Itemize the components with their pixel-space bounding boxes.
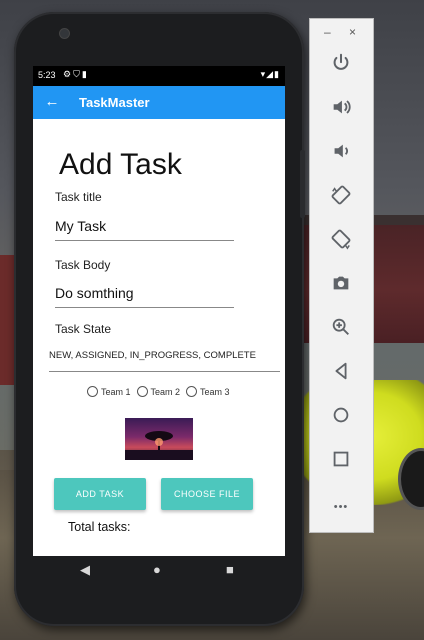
nav-back-icon[interactable]: ◀ xyxy=(80,562,90,578)
overview-icon[interactable] xyxy=(326,448,356,478)
task-state-label: Task State xyxy=(55,322,112,336)
add-task-button[interactable]: ADD TASK xyxy=(54,478,146,510)
team-2-radio[interactable] xyxy=(136,386,148,397)
nav-home-icon[interactable]: ● xyxy=(153,562,161,577)
sd-card-icon: ▮ xyxy=(81,69,89,79)
team-radio-group: Team 1 Team 2 Team 3 xyxy=(87,386,236,397)
phone-power-button xyxy=(300,150,305,218)
zoom-icon[interactable] xyxy=(326,316,356,346)
rotate-right-icon[interactable] xyxy=(326,228,356,258)
team-3-radio[interactable] xyxy=(186,386,198,397)
app-title: TaskMaster xyxy=(79,95,150,110)
task-title-input[interactable]: My Task xyxy=(55,218,234,241)
shield-icon: ⛉ xyxy=(73,69,82,79)
total-tasks-label: Total tasks: xyxy=(68,520,131,534)
back-icon[interactable] xyxy=(326,360,356,390)
back-arrow-icon[interactable]: ← xyxy=(43,93,61,111)
selected-image-thumbnail xyxy=(125,418,193,460)
minimize-button[interactable]: – xyxy=(324,25,331,39)
android-nav-bar: ◀ ● ■ xyxy=(33,556,285,586)
notification-icons: ⚙⛉▮ xyxy=(63,69,89,80)
signal-icon: ◢ xyxy=(266,69,275,79)
volume-up-icon[interactable] xyxy=(326,96,356,126)
choose-file-button[interactable]: CHOOSE FILE xyxy=(161,478,253,510)
close-button[interactable]: × xyxy=(349,25,356,39)
app-bar: ← TaskMaster xyxy=(33,86,285,119)
home-icon[interactable] xyxy=(326,404,356,434)
emulator-toolbar: – × ••• xyxy=(309,18,374,533)
status-bar: 5:23 ⚙⛉▮ ▾◢▮ xyxy=(33,66,285,86)
battery-icon: ▮ xyxy=(274,69,280,79)
nav-recents-icon[interactable]: ■ xyxy=(226,562,234,577)
camera-icon[interactable] xyxy=(326,272,356,302)
task-body-label: Task Body xyxy=(55,258,111,272)
status-time: 5:23 xyxy=(38,70,56,80)
task-state-underline xyxy=(49,371,280,372)
team-3-label: Team 3 xyxy=(200,386,230,397)
more-options-icon[interactable]: ••• xyxy=(326,492,356,522)
team-2-label: Team 2 xyxy=(150,386,181,397)
team-1-radio[interactable] xyxy=(87,386,98,397)
settings-icon: ⚙ xyxy=(63,69,74,79)
page-heading: Add Task xyxy=(59,148,182,181)
power-icon[interactable] xyxy=(326,52,356,82)
front-camera xyxy=(59,28,70,39)
task-body-input[interactable]: Do somthing xyxy=(55,285,234,308)
task-title-label: Task title xyxy=(55,190,102,204)
team-1-label: Team 1 xyxy=(101,386,131,397)
system-icons: ▾◢▮ xyxy=(261,69,280,80)
rotate-left-icon[interactable] xyxy=(326,184,356,214)
volume-down-icon[interactable] xyxy=(326,140,356,170)
phone-screen: 5:23 ⚙⛉▮ ▾◢▮ ← TaskMaster Add Task Task … xyxy=(33,66,285,556)
task-state-input[interactable]: NEW, ASSIGNED, IN_PROGRESS, COMPLETE xyxy=(49,350,256,361)
